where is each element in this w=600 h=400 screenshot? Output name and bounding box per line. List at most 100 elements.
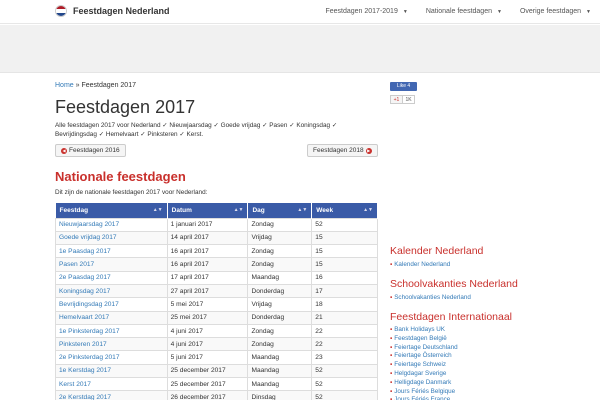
sidebar-link[interactable]: ▪ Jours Fériés Belgique	[390, 388, 458, 397]
cell-week: 16	[311, 270, 378, 285]
cell-week: 52	[311, 377, 378, 392]
bullet-icon: ▪	[390, 326, 393, 333]
cell-feestdag[interactable]: Hemelvaart 2017	[55, 310, 168, 325]
cell-datum: 26 december 2017	[166, 390, 249, 400]
bullet-icon: ▪	[390, 294, 393, 301]
cell-feestdag[interactable]: Pasen 2017	[55, 257, 168, 272]
table-row: Bevrijdingsdag 2017 5 mei 2017 Vrijdag 18	[55, 297, 378, 312]
column-header-label: Feestdag	[59, 206, 89, 214]
column-header-label: Datum	[171, 206, 192, 214]
chevron-down-icon: ▼	[586, 9, 591, 15]
column-header-week[interactable]: Week ▲▼	[311, 203, 378, 218]
sidebar-link-label: Helligdage Danmark	[394, 378, 452, 386]
sidebar-link[interactable]: ▪ Feiertage Österreich	[390, 352, 458, 361]
sidebar-link[interactable]: ▪ Schoolvakanties Nederland	[390, 294, 471, 303]
sort-icon: ▲▼	[233, 207, 244, 213]
sidebar-link-label: Kalender Nederland	[394, 261, 451, 268]
table-row: Goede vrijdag 2017 14 april 2017 Vrijdag 15	[55, 230, 378, 246]
sidebar-link-label: Feestdagen België	[394, 334, 447, 342]
bullet-icon: ▪	[390, 361, 393, 369]
sidebar-link-label: Feiertage Schweiz	[394, 361, 447, 369]
cell-dag: Vrijdag	[247, 297, 313, 312]
cell-datum: 27 april 2017	[166, 283, 249, 299]
sidebar-link[interactable]: ▪ Jours Fériés France	[390, 396, 458, 400]
cell-feestdag[interactable]: 1e Pinksterdag 2017	[55, 323, 168, 339]
prev-year-label: Feestdagen 2016	[69, 146, 120, 154]
sidebar-link-label: Bank Holidays UK	[394, 326, 445, 333]
facebook-like-button[interactable]: Like 4	[390, 82, 417, 91]
column-header-dag[interactable]: Dag ▲▼	[247, 203, 313, 218]
nav-item-feestdagen-2017-2019[interactable]: Feestdagen 2017-2019 ▼	[316, 0, 416, 24]
column-header-feestdag[interactable]: Feestdag ▲▼	[55, 203, 168, 218]
bullet-icon: ▪	[390, 369, 393, 377]
sort-icon: ▲▼	[152, 207, 163, 213]
nav-item-nationale-feestdagen[interactable]: Nationale feestdagen ▼	[417, 0, 511, 24]
google-plus-button[interactable]: +1	[390, 95, 403, 104]
cell-datum: 5 juni 2017	[166, 350, 249, 365]
table-row: 2e Paasdag 2017 17 april 2017 Maandag 16	[55, 270, 378, 285]
nav-item-label: Feestdagen 2017-2019	[325, 8, 398, 15]
sidebar-link[interactable]: ▪ Helligdage Danmark	[390, 379, 458, 388]
bullet-icon: ▪	[390, 352, 393, 360]
sidebar-link[interactable]: ▪ Feestdagen België	[390, 335, 458, 344]
sidebar-link[interactable]: ▪ Kalender Nederland	[390, 261, 450, 270]
table-row: Koningsdag 2017 27 april 2017 Donderdag 17	[55, 283, 378, 299]
cell-dag: Vrijdag	[247, 230, 313, 246]
table-row: 1e Pinksterdag 2017 4 juni 2017 Zondag 22	[55, 323, 378, 339]
cell-week: 23	[311, 350, 378, 365]
brand-link[interactable]: Feestdagen Nederland	[55, 5, 170, 17]
cell-feestdag[interactable]: 2e Kerstdag 2017	[55, 390, 168, 400]
sidebar-link[interactable]: ▪ Helgdagar Sverige	[390, 370, 458, 379]
brand-name: Feestdagen Nederland	[73, 6, 170, 16]
cell-dag: Maandag	[247, 350, 313, 365]
cell-week: 15	[311, 257, 378, 272]
cell-dag: Zondag	[247, 244, 313, 259]
cell-feestdag[interactable]: Nieuwjaarsdag 2017	[55, 217, 168, 232]
table-row: Nieuwjaarsdag 2017 1 januari 2017 Zondag 52	[55, 217, 378, 232]
cell-feestdag[interactable]: 2e Pinksterdag 2017	[55, 350, 168, 365]
nav-item-overige-feestdagen[interactable]: Overige feestdagen ▼	[511, 0, 600, 24]
cell-dag: Zondag	[247, 337, 313, 352]
ad-banner	[0, 25, 600, 73]
cell-feestdag[interactable]: 2e Paasdag 2017	[55, 270, 168, 285]
cell-feestdag[interactable]: 1e Paasdag 2017	[55, 244, 168, 259]
cell-week: 15	[311, 230, 378, 246]
chevron-down-icon: ▼	[496, 9, 502, 15]
bullet-icon: ▪	[390, 378, 393, 386]
bullet-icon: ▪	[390, 396, 393, 400]
google-plus-widget: +1 1K	[390, 95, 417, 104]
bullet-icon: ▪	[390, 334, 393, 342]
sidebar-list-internationaal: ▪ Bank Holidays UK ▪ Feestdagen België ▪ Feie…	[390, 326, 458, 400]
cell-datum: 25 mei 2017	[166, 310, 249, 325]
sidebar-link-label: Helgdagar Sverige	[394, 369, 447, 377]
column-header-label: Dag	[252, 206, 265, 214]
cell-feestdag[interactable]: Pinksteren 2017	[55, 337, 168, 352]
next-year-button[interactable]: Feestdagen 2018 ▶	[307, 144, 378, 157]
sidebar-link-label: Feiertage Deutschland	[394, 343, 458, 351]
cell-dag: Dinsdag	[247, 390, 313, 400]
cell-feestdag[interactable]: Kerst 2017	[55, 377, 168, 392]
sidebar-link[interactable]: ▪ Bank Holidays UK	[390, 326, 458, 335]
cell-week: 22	[311, 323, 378, 339]
cell-week: 15	[311, 244, 378, 259]
dutch-flag-icon	[55, 5, 67, 17]
cell-dag: Maandag	[247, 377, 313, 392]
arrow-right-circle-icon: ▶	[365, 147, 372, 154]
cell-feestdag[interactable]: Goede vrijdag 2017	[55, 230, 168, 246]
breadcrumb-home-link[interactable]: Home	[55, 82, 74, 89]
cell-dag: Donderdag	[247, 310, 313, 325]
breadcrumb-separator: »	[75, 82, 80, 89]
column-header-label: Week	[316, 206, 334, 214]
cell-feestdag[interactable]: Koningsdag 2017	[55, 283, 168, 299]
cell-feestdag[interactable]: Bevrijdingsdag 2017	[55, 297, 168, 312]
sort-icon: ▲▼	[363, 207, 373, 213]
column-header-datum[interactable]: Datum ▲▼	[167, 203, 249, 218]
sidebar-link[interactable]: ▪ Feiertage Schweiz	[390, 361, 458, 370]
cell-feestdag[interactable]: 1e Kerstdag 2017	[55, 363, 168, 379]
cell-dag: Donderdag	[247, 283, 313, 299]
bullet-icon: ▪	[390, 387, 393, 395]
cell-datum: 17 april 2017	[166, 270, 249, 285]
cell-datum: 1 januari 2017	[166, 217, 249, 232]
prev-year-button[interactable]: ◀ Feestdagen 2016	[55, 144, 126, 157]
section-title: Nationale feestdagen	[55, 169, 186, 184]
